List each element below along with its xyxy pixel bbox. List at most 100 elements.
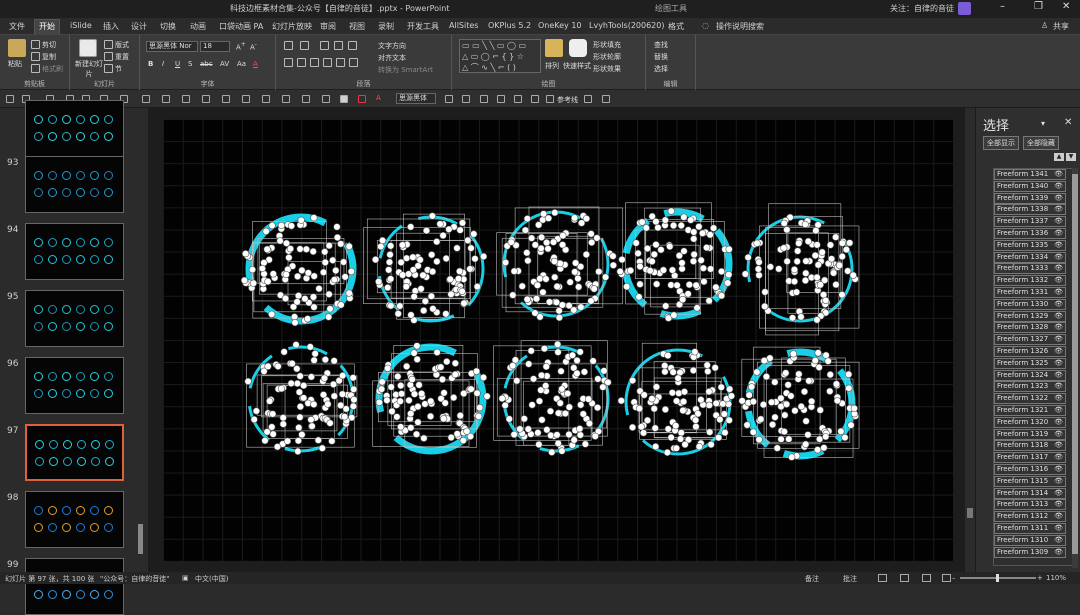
union-icon[interactable] [242, 95, 250, 103]
tab-pocket-animation[interactable]: 口袋动画 PA [219, 21, 263, 32]
visibility-eye-icon[interactable]: 👁 [1054, 170, 1063, 179]
selection-item[interactable]: Freeform 1315 👁 [994, 475, 1066, 487]
selection-item[interactable]: Freeform 1338 👁 [994, 204, 1066, 216]
font-name-select[interactable]: 思源黑体 Nor [146, 41, 198, 52]
notes-button[interactable]: 备注 [805, 574, 819, 584]
font-size-select[interactable]: 18 [200, 41, 230, 52]
tab-onekey[interactable]: OneKey 10 [538, 21, 582, 30]
tab-transitions[interactable]: 切换 [160, 21, 176, 32]
selection-pane-icon[interactable] [584, 95, 592, 103]
selection-item[interactable]: Freeform 1331 👁 [994, 287, 1066, 298]
distributed-icon[interactable] [336, 58, 345, 67]
tab-design[interactable]: 设计 [131, 21, 147, 32]
selection-item[interactable]: Freeform 1335 👁 [994, 239, 1066, 251]
visibility-eye-icon[interactable]: 👁 [1054, 276, 1063, 285]
selection-item[interactable]: Freeform 1328 👁 [994, 322, 1066, 334]
tab-review[interactable]: 审阅 [320, 21, 336, 32]
decrease-indent-icon[interactable] [320, 41, 329, 50]
selection-item[interactable]: Freeform 1317 👁 [994, 452, 1066, 464]
tab-lvyhtools[interactable]: LvyhTools(200620) [589, 21, 664, 30]
cut-button[interactable]: 剪切 [42, 40, 56, 50]
slide-sorter-icon[interactable] [900, 574, 909, 582]
eyedropper-icon[interactable] [602, 95, 610, 103]
quick-styles-button[interactable]: 快速样式 [563, 61, 591, 71]
visibility-eye-icon[interactable]: 👁 [1054, 371, 1063, 380]
thumbnail-scrollbar[interactable] [137, 112, 144, 558]
selection-item[interactable]: Freeform 1310 👁 [994, 534, 1066, 546]
grow-font-icon[interactable]: A+ [236, 42, 246, 51]
slide-thumbnail[interactable] [25, 424, 124, 481]
language[interactable]: 中文(中国) [195, 574, 228, 584]
visibility-eye-icon[interactable]: 👁 [1054, 512, 1063, 521]
guides-toggle[interactable]: 参考线 [557, 95, 578, 105]
crop-icon[interactable] [222, 95, 230, 103]
fill-color-icon[interactable] [340, 95, 348, 103]
visibility-eye-icon[interactable]: 👁 [1054, 418, 1063, 427]
shrink-font-icon[interactable]: A- [250, 42, 257, 51]
slide-thumbnail[interactable] [25, 357, 124, 414]
tab-file[interactable]: 文件 [9, 21, 25, 32]
increase-indent-icon[interactable] [334, 41, 343, 50]
restore-button[interactable]: ❐ [1034, 1, 1043, 12]
visibility-eye-icon[interactable]: 👁 [1054, 182, 1063, 191]
tell-me-search[interactable]: 操作说明搜索 [716, 21, 764, 32]
shape-fill-button[interactable]: 形状填充 [593, 40, 621, 50]
selection-item[interactable]: Freeform 1320 👁 [994, 416, 1066, 428]
normal-view-icon[interactable] [878, 574, 887, 582]
checkbox-icon[interactable] [546, 95, 554, 103]
quick-styles-icon[interactable] [569, 39, 587, 57]
font-color-icon[interactable]: A [376, 94, 381, 102]
visibility-eye-icon[interactable]: 👁 [1054, 241, 1063, 250]
subtract-icon[interactable] [322, 95, 330, 103]
intersect-icon[interactable] [302, 95, 310, 103]
scroll-thumb[interactable] [967, 508, 973, 518]
selection-item[interactable]: Freeform 1319 👁 [994, 428, 1066, 440]
tab-home[interactable]: 开始 [34, 19, 60, 35]
slide-canvas[interactable] [163, 119, 953, 561]
align-center-icon[interactable] [497, 95, 505, 103]
share-button[interactable]: 共享 [1053, 21, 1069, 32]
tab-slideshow[interactable]: 幻灯片放映 [272, 21, 312, 32]
strikethrough-button[interactable]: abc [200, 60, 213, 68]
zoom-in-button[interactable]: + [1037, 574, 1043, 582]
align-right-icon[interactable] [310, 58, 319, 67]
selection-item[interactable]: Freeform 1313 👁 [994, 499, 1066, 511]
justify-icon[interactable] [323, 58, 332, 67]
slide-thumbnail[interactable] [25, 558, 124, 615]
format-painter-button[interactable]: 格式刷 [42, 64, 63, 74]
justify-icon[interactable] [531, 95, 539, 103]
reset-button[interactable]: 重置 [115, 52, 129, 62]
visibility-eye-icon[interactable]: 👁 [1054, 382, 1063, 391]
selection-item[interactable]: Freeform 1323 👁 [994, 381, 1066, 393]
copy-button[interactable]: 复制 [42, 52, 56, 62]
tab-developer[interactable]: 开发工具 [407, 21, 439, 32]
tab-insert[interactable]: 插入 [103, 21, 119, 32]
slide-thumbnail[interactable] [25, 290, 124, 347]
visibility-eye-icon[interactable]: 👁 [1054, 217, 1063, 226]
selection-list-scrollbar[interactable] [1072, 168, 1078, 568]
align-left-icon[interactable] [480, 95, 488, 103]
pane-menu-icon[interactable]: ▾ [1041, 119, 1045, 128]
numbering-icon[interactable] [300, 41, 309, 50]
visibility-eye-icon[interactable]: 👁 [1054, 288, 1063, 297]
visibility-eye-icon[interactable]: 👁 [1054, 323, 1063, 332]
selection-item[interactable]: Freeform 1334 👁 [994, 251, 1066, 263]
tab-animations[interactable]: 动画 [190, 21, 206, 32]
new-slide-icon[interactable] [79, 39, 97, 57]
paste-button[interactable]: 粘贴 [8, 59, 22, 69]
visibility-eye-icon[interactable]: 👁 [1054, 194, 1063, 203]
group-icon[interactable] [142, 95, 150, 103]
visibility-eye-icon[interactable]: 👁 [1054, 205, 1063, 214]
selection-item[interactable]: Freeform 1336 👁 [994, 228, 1066, 239]
visibility-eye-icon[interactable]: 👁 [1054, 548, 1063, 557]
selection-item[interactable]: Freeform 1329 👁 [994, 310, 1066, 322]
align-left-icon[interactable] [284, 58, 293, 67]
align-right-icon[interactable] [514, 95, 522, 103]
selection-item[interactable]: Freeform 1321 👁 [994, 405, 1066, 416]
selection-item[interactable]: Freeform 1312 👁 [994, 511, 1066, 523]
visibility-eye-icon[interactable]: 👁 [1054, 500, 1063, 509]
hide-all-button[interactable]: 全部隐藏 [1023, 136, 1059, 150]
editor-scrollbar[interactable] [965, 108, 975, 572]
reading-view-icon[interactable] [922, 574, 931, 582]
show-all-button[interactable]: 全部显示 [983, 136, 1019, 150]
